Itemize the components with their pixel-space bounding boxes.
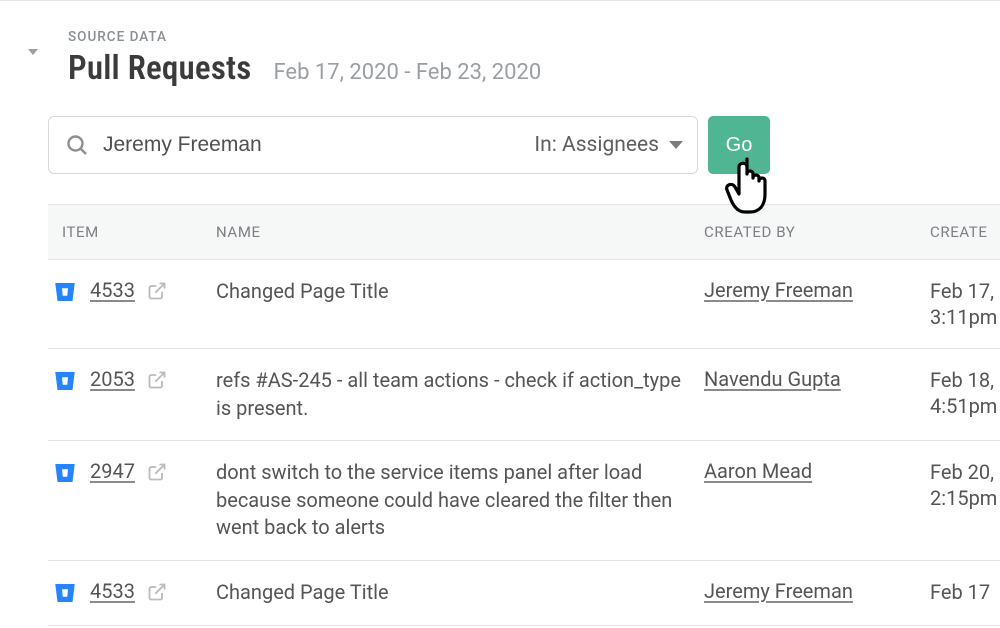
pr-name: Changed Page Title [216,579,704,607]
external-link-icon[interactable] [147,582,167,602]
external-link-icon[interactable] [147,370,167,390]
created-at: Feb 17,3:11pm [930,278,1000,330]
table-header: ITEM NAME CREATED BY CREATE [48,204,1000,260]
col-header-created-at[interactable]: CREATE [930,223,1000,241]
pr-name: dont switch to the service items panel a… [216,459,704,542]
col-header-item[interactable]: ITEM [48,223,216,241]
pr-id-link[interactable]: 2947 [90,459,135,483]
page-title: Pull Requests [68,49,252,88]
created-at: Feb 20,2:15pm [930,459,1000,542]
search-input[interactable] [89,133,534,157]
table-row: 2947 dont switch to the service items pan… [48,441,1000,561]
chevron-down-icon[interactable] [669,141,683,149]
creator-link[interactable]: Aaron Mead [704,459,812,483]
bitbucket-icon [52,581,78,605]
date-range: Feb 17, 2020 - Feb 23, 2020 [274,60,542,85]
pr-id-link[interactable]: 4533 [90,278,135,302]
col-header-name[interactable]: NAME [216,223,704,241]
pr-id-link[interactable]: 4533 [90,579,135,603]
creator-link[interactable]: Jeremy Freeman [704,579,853,603]
created-at: Feb 17 [930,579,1000,607]
pr-id-link[interactable]: 2053 [90,367,135,391]
go-button[interactable]: Go [708,116,770,174]
creator-link[interactable]: Navendu Gupta [704,367,841,391]
collapse-caret-icon[interactable] [28,49,38,55]
external-link-icon[interactable] [147,281,167,301]
pr-name: Changed Page Title [216,278,704,330]
creator-link[interactable]: Jeremy Freeman [704,278,853,302]
created-at: Feb 18,4:51pm [930,367,1000,422]
section-eyebrow: SOURCE DATA [48,29,1000,45]
search-filter-label[interactable]: In: Assignees [534,133,669,157]
table-row: 4533 Changed Page TitleJeremy Freeman Feb … [48,260,1000,349]
pr-table: ITEM NAME CREATED BY CREATE 4533 Changed … [48,204,1000,626]
col-header-created-by[interactable]: CREATED BY [704,223,930,241]
bitbucket-icon [52,280,78,304]
bitbucket-icon [52,369,78,393]
pr-name: refs #AS-245 - all team actions - check … [216,367,704,422]
search-box[interactable]: In: Assignees [48,116,698,174]
search-icon [65,133,89,157]
external-link-icon[interactable] [147,462,167,482]
bitbucket-icon [52,461,78,485]
table-row: 4533 Changed Page TitleJeremy Freeman Feb … [48,561,1000,626]
table-row: 2053 refs #AS-245 - all team actions - ch… [48,349,1000,441]
